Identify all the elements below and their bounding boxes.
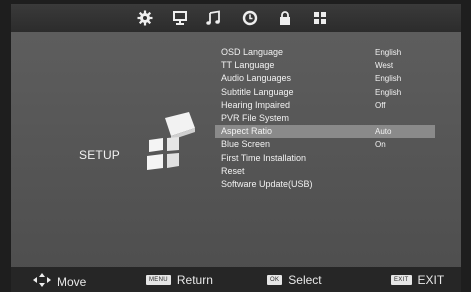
clock-icon[interactable] xyxy=(241,9,259,27)
hint-move-label: Move xyxy=(57,274,87,289)
menu-item-value: On xyxy=(375,140,386,150)
menu-item-audio-languages[interactable]: Audio Languages English xyxy=(215,72,435,85)
menu-item-blue-screen[interactable]: Blue Screen On xyxy=(215,138,435,151)
arrows-icon xyxy=(33,273,51,290)
menu-item-pvr-file-system[interactable]: PVR File System xyxy=(215,112,435,125)
menu-item-tt-language[interactable]: TT Language West xyxy=(215,59,435,72)
menu-item-value: English xyxy=(375,48,402,57)
menu-key: MENU xyxy=(146,275,171,285)
menu-item-aspect-ratio[interactable]: Aspect Ratio Auto xyxy=(215,125,435,139)
hint-return-label: Return xyxy=(176,273,213,287)
top-tab-bar xyxy=(11,4,461,32)
menu-item-reset[interactable]: Reset xyxy=(215,165,435,178)
menu-item-value: Auto xyxy=(375,127,392,137)
menu-item-label: Subtitle Language xyxy=(221,86,294,97)
menu-item-subtitle-language[interactable]: Subtitle Language English xyxy=(215,86,435,99)
menu-item-osd-language[interactable]: OSD Language English xyxy=(215,46,435,59)
gear-icon[interactable] xyxy=(136,9,154,27)
menu-item-label: OSD Language xyxy=(221,47,284,57)
menu-item-label: Aspect Ratio xyxy=(221,126,273,137)
menu-item-label: Blue Screen xyxy=(221,139,271,150)
menu-item-value: West xyxy=(375,61,394,71)
menu-item-label: Audio Languages xyxy=(221,73,292,84)
menu-item-hearing-impaired[interactable]: Hearing Impaired Off xyxy=(215,99,435,112)
hint-select: OK Select xyxy=(267,273,322,287)
grid-icon[interactable] xyxy=(311,9,329,27)
section-title: SETUP xyxy=(79,148,121,162)
hint-exit-label: EXIT xyxy=(417,273,445,287)
menu-item-value: Off xyxy=(375,100,386,110)
lock-icon[interactable] xyxy=(276,9,294,27)
music-note-icon[interactable] xyxy=(204,9,222,27)
menu-item-label: Hearing Impaired xyxy=(221,99,291,110)
monitor-icon[interactable] xyxy=(171,9,189,27)
settings-menu: OSD Language English TT Language West Au… xyxy=(215,46,435,191)
exit-key: EXIT xyxy=(391,275,412,285)
menu-item-label: First Time Installation xyxy=(221,152,307,163)
menu-item-label: Reset xyxy=(221,165,245,176)
menu-item-software-update[interactable]: Software Update(USB) xyxy=(215,178,435,191)
menu-item-label: Software Update(USB) xyxy=(221,178,313,189)
bottom-hint-bar: Move MENU Return OK Select EXIT EXIT xyxy=(11,267,461,292)
setup-blocks-icon xyxy=(143,110,203,174)
menu-item-first-time-installation[interactable]: First Time Installation xyxy=(215,152,435,165)
hint-select-label: Select xyxy=(288,273,322,287)
hint-exit: EXIT EXIT xyxy=(391,273,444,287)
menu-item-label: TT Language xyxy=(221,60,275,71)
menu-item-value: English xyxy=(375,74,402,84)
tv-osd-screen: SETUP OSD Language English TT Language W… xyxy=(11,4,461,292)
menu-item-label: PVR File System xyxy=(221,112,290,123)
menu-item-value: English xyxy=(375,87,402,97)
ok-key: OK xyxy=(267,275,283,285)
hint-return: MENU Return xyxy=(146,273,213,287)
hint-move: Move xyxy=(33,273,86,290)
